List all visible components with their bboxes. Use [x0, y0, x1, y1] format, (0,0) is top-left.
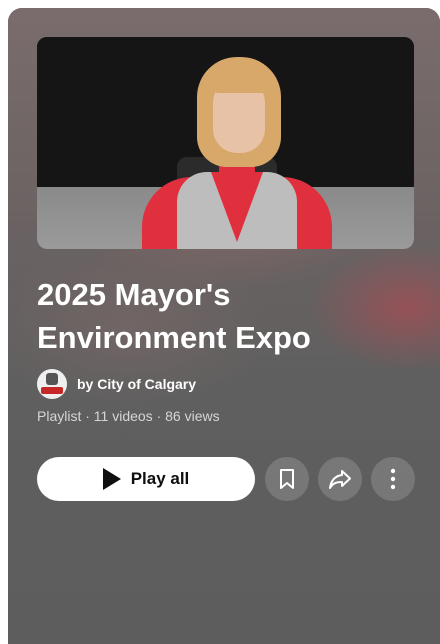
- play-all-button[interactable]: Play all: [37, 457, 255, 501]
- avatar-crest: [46, 373, 58, 385]
- channel-name-link[interactable]: by City of Calgary: [77, 376, 196, 392]
- playlist-actions: Play all: [37, 456, 415, 502]
- channel-avatar[interactable]: [37, 369, 67, 399]
- playlist-title: 2025 Mayor's Environment Expo: [37, 273, 417, 359]
- avatar-band: [41, 387, 63, 394]
- playlist-title-line-2: Environment Expo: [37, 320, 311, 355]
- share-icon: [329, 470, 351, 489]
- bookmark-icon: [280, 469, 294, 489]
- more-actions-button[interactable]: [371, 457, 415, 501]
- playlist-title-line-1: 2025 Mayor's: [37, 277, 231, 312]
- play-icon: [102, 468, 121, 490]
- playlist-header-panel: 2025 Mayor's Environment Expo by City of…: [8, 8, 440, 644]
- playlist-thumbnail[interactable]: [37, 37, 414, 249]
- play-all-label: Play all: [130, 469, 190, 488]
- more-vertical-icon: [390, 468, 396, 490]
- playlist-meta: Playlist · 11 videos · 86 views: [37, 408, 220, 424]
- channel-row[interactable]: by City of Calgary: [37, 369, 196, 399]
- share-button[interactable]: [318, 457, 362, 501]
- thumbnail-fringe: [205, 65, 273, 93]
- save-playlist-button[interactable]: [265, 457, 309, 501]
